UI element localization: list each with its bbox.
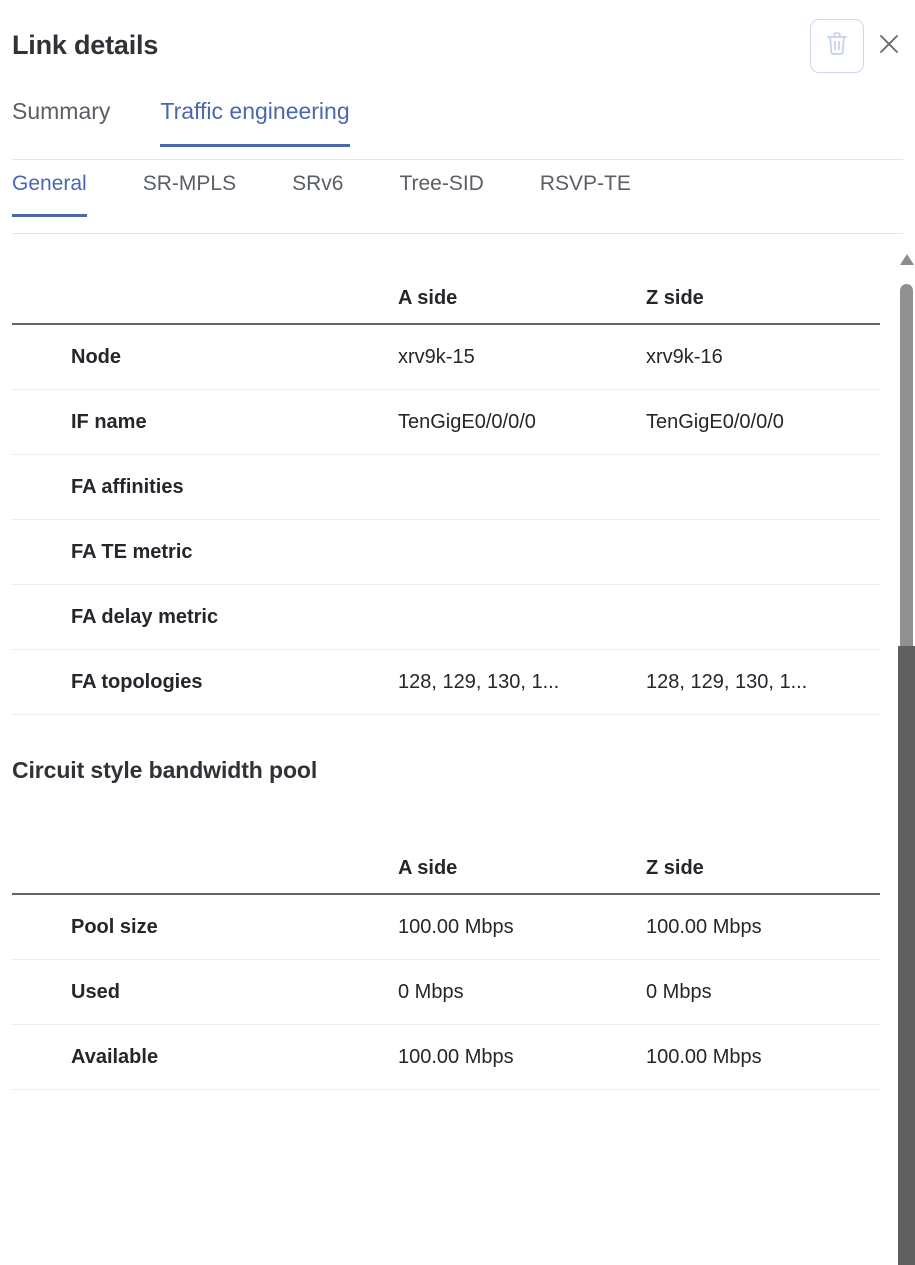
row-value-fa-te-metric-a bbox=[386, 519, 634, 585]
scrollbar-thumb[interactable] bbox=[900, 284, 913, 646]
row-value-fa-te-metric-z bbox=[634, 519, 880, 585]
panel-scrollbar[interactable] bbox=[898, 240, 915, 646]
general-col-a-side: A side bbox=[386, 262, 634, 325]
row-label-pool-size: Pool size bbox=[12, 894, 386, 960]
row-value-fa-delay-metric-z bbox=[634, 584, 880, 650]
close-icon bbox=[878, 33, 900, 60]
row-value-fa-affinities-z bbox=[634, 454, 880, 520]
panel-header: Link details bbox=[0, 0, 915, 92]
table-row: FA delay metric bbox=[12, 584, 880, 650]
row-value-fa-topologies-z: 128, 129, 130, 1... bbox=[634, 649, 880, 715]
table-row: FA TE metric bbox=[12, 519, 880, 585]
bandwidth-col-blank bbox=[12, 832, 386, 895]
row-label-available: Available bbox=[12, 1024, 386, 1090]
row-value-available-a: 100.00 Mbps bbox=[386, 1024, 634, 1090]
tab-rsvp-te[interactable]: RSVP-TE bbox=[540, 160, 631, 217]
details-content: A side Z side Node xrv9k-15 xrv9k-16 IF … bbox=[0, 234, 880, 1090]
row-value-if-name-z: TenGigE0/0/0/0 bbox=[634, 389, 880, 455]
row-label-node: Node bbox=[12, 324, 386, 390]
general-col-blank bbox=[12, 262, 386, 325]
primary-tabs: Summary Traffic engineering bbox=[0, 92, 915, 160]
table-header-row: A side Z side bbox=[12, 832, 880, 895]
row-value-pool-size-a: 100.00 Mbps bbox=[386, 894, 634, 960]
row-value-fa-affinities-a bbox=[386, 454, 634, 520]
row-label-if-name: IF name bbox=[12, 389, 386, 455]
row-value-used-z: 0 Mbps bbox=[634, 959, 880, 1025]
outer-scrollbar[interactable] bbox=[898, 646, 915, 1265]
tab-srv6[interactable]: SRv6 bbox=[292, 160, 343, 217]
secondary-tabs: General SR-MPLS SRv6 Tree-SID RSVP-TE bbox=[0, 160, 915, 234]
triangle-up-icon[interactable] bbox=[900, 254, 914, 265]
row-label-fa-topologies: FA topologies bbox=[12, 649, 386, 715]
row-label-fa-delay-metric: FA delay metric bbox=[12, 584, 386, 650]
general-col-z-side: Z side bbox=[634, 262, 880, 325]
close-button[interactable] bbox=[874, 31, 904, 61]
table-row: FA topologies 128, 129, 130, 1... 128, 1… bbox=[12, 649, 880, 715]
tab-traffic-engineering[interactable]: Traffic engineering bbox=[160, 92, 350, 147]
tab-tree-sid[interactable]: Tree-SID bbox=[399, 160, 483, 217]
table-header-row: A side Z side bbox=[12, 262, 880, 325]
tab-sr-mpls[interactable]: SR-MPLS bbox=[143, 160, 236, 217]
table-row: Available 100.00 Mbps 100.00 Mbps bbox=[12, 1024, 880, 1090]
table-row: FA affinities bbox=[12, 454, 880, 520]
row-label-used: Used bbox=[12, 959, 386, 1025]
tab-summary[interactable]: Summary bbox=[12, 92, 110, 147]
row-value-if-name-a: TenGigE0/0/0/0 bbox=[386, 389, 634, 455]
page-title: Link details bbox=[12, 30, 159, 60]
delete-button[interactable] bbox=[810, 19, 864, 73]
row-label-fa-te-metric: FA TE metric bbox=[12, 519, 386, 585]
table-row: IF name TenGigE0/0/0/0 TenGigE0/0/0/0 bbox=[12, 389, 880, 455]
details-scroll-region[interactable]: A side Z side Node xrv9k-15 xrv9k-16 IF … bbox=[0, 234, 915, 1265]
row-value-pool-size-z: 100.00 Mbps bbox=[634, 894, 880, 960]
bandwidth-col-a-side: A side bbox=[386, 832, 634, 895]
bandwidth-col-z-side: Z side bbox=[634, 832, 880, 895]
section-title-circuit-style-bandwidth-pool: Circuit style bandwidth pool bbox=[12, 757, 318, 783]
table-row: Node xrv9k-15 xrv9k-16 bbox=[12, 324, 880, 390]
tab-general[interactable]: General bbox=[12, 160, 87, 217]
row-value-node-a: xrv9k-15 bbox=[386, 324, 634, 390]
row-label-fa-affinities: FA affinities bbox=[12, 454, 386, 520]
trash-icon bbox=[824, 30, 850, 63]
row-value-fa-delay-metric-a bbox=[386, 584, 634, 650]
row-value-used-a: 0 Mbps bbox=[386, 959, 634, 1025]
row-value-available-z: 100.00 Mbps bbox=[634, 1024, 880, 1090]
row-value-fa-topologies-a: 128, 129, 130, 1... bbox=[386, 649, 634, 715]
general-table: A side Z side Node xrv9k-15 xrv9k-16 IF … bbox=[12, 262, 880, 715]
bandwidth-table: A side Z side Pool size 100.00 Mbps 100.… bbox=[12, 832, 880, 1090]
header-actions bbox=[810, 19, 908, 73]
table-row: Used 0 Mbps 0 Mbps bbox=[12, 959, 880, 1025]
table-row: Pool size 100.00 Mbps 100.00 Mbps bbox=[12, 894, 880, 960]
row-value-node-z: xrv9k-16 bbox=[634, 324, 880, 390]
